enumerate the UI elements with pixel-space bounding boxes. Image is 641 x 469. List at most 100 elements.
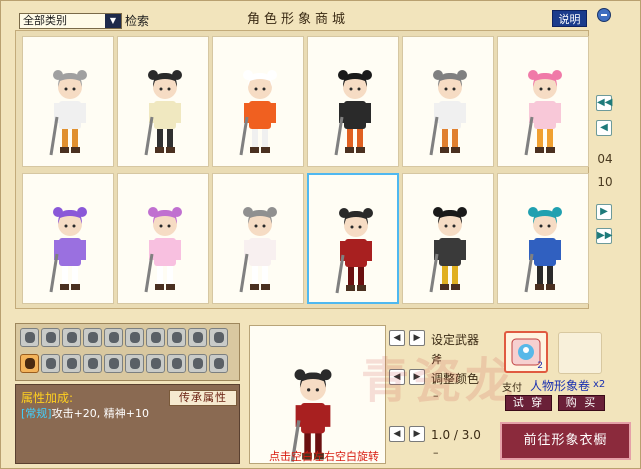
try-on-button[interactable]: 试 穿 bbox=[505, 395, 552, 411]
costume-cell[interactable] bbox=[497, 36, 589, 167]
figure-part bbox=[442, 127, 448, 149]
pose-jump-icon[interactable] bbox=[41, 354, 60, 373]
action-icons-panel bbox=[15, 323, 240, 381]
emote-smile-icon[interactable] bbox=[104, 328, 123, 347]
figure-part bbox=[254, 224, 258, 228]
costume-cell[interactable] bbox=[22, 36, 114, 167]
figure-part bbox=[547, 127, 553, 149]
emote-surprise-icon[interactable] bbox=[146, 354, 165, 373]
chevron-down-icon[interactable]: ▼ bbox=[105, 14, 121, 28]
figure-part bbox=[433, 207, 443, 217]
figure-part bbox=[457, 207, 467, 217]
costume-cell[interactable] bbox=[212, 173, 304, 304]
figure-part bbox=[267, 70, 277, 80]
preview-area[interactable] bbox=[249, 325, 386, 464]
figure-part bbox=[552, 207, 562, 217]
zoom-prev-icon[interactable]: ◀ bbox=[389, 426, 405, 442]
figure-part bbox=[166, 147, 175, 153]
figure-part bbox=[59, 238, 81, 266]
item-slot[interactable]: 2 bbox=[504, 331, 548, 373]
costume-figure bbox=[524, 207, 562, 293]
figure-part bbox=[347, 127, 353, 149]
first-page-icon[interactable]: ◀◀ bbox=[596, 95, 612, 111]
figure-part bbox=[338, 70, 348, 80]
figure-part bbox=[357, 87, 361, 91]
next-page-icon[interactable]: ▶ bbox=[596, 204, 612, 220]
costume-cell[interactable] bbox=[402, 173, 494, 304]
pose-sit-icon[interactable] bbox=[83, 328, 102, 347]
costume-cell[interactable] bbox=[117, 36, 209, 167]
minimize-icon[interactable] bbox=[597, 8, 611, 22]
category-select[interactable]: 全部类别 ▼ bbox=[19, 13, 122, 29]
figure-part bbox=[157, 127, 163, 149]
emote-cheer-icon[interactable] bbox=[188, 354, 207, 373]
prev-page-icon[interactable]: ◀ bbox=[596, 120, 612, 136]
costume-mall-window: 全部类别 ▼ 检索 角色形象商城 说明 ◀◀ ◀ 04 10 ▶ ▶▶ 属性加成… bbox=[0, 0, 641, 469]
go-to-wardrobe-button[interactable]: 前往形象衣橱 bbox=[500, 422, 631, 460]
costume-cell[interactable] bbox=[497, 173, 589, 304]
figure-part bbox=[433, 70, 443, 80]
empty-item-slot[interactable] bbox=[558, 332, 602, 374]
color-prev-icon[interactable]: ◀ bbox=[389, 369, 405, 385]
buy-button[interactable]: 购 买 bbox=[558, 395, 605, 411]
weapon-next-icon[interactable]: ▶ bbox=[409, 330, 425, 346]
weapon-value: 斧 bbox=[431, 353, 442, 366]
pose-stand-icon[interactable] bbox=[20, 328, 39, 347]
pose-default-icon[interactable] bbox=[20, 354, 39, 373]
figure-part bbox=[167, 127, 173, 149]
search-button[interactable]: 检索 bbox=[125, 13, 149, 29]
costume-cell-selected[interactable] bbox=[307, 173, 399, 304]
pose-lie-icon[interactable] bbox=[167, 354, 186, 373]
figure-part bbox=[159, 87, 163, 91]
figure-part bbox=[460, 240, 466, 260]
pose-cast-icon[interactable] bbox=[125, 354, 144, 373]
weapon-prev-icon[interactable]: ◀ bbox=[389, 330, 405, 346]
figure-part bbox=[77, 70, 87, 80]
figure-part bbox=[250, 147, 259, 153]
costume-cell[interactable] bbox=[212, 36, 304, 167]
figure-part bbox=[167, 224, 171, 228]
figure-part bbox=[270, 103, 276, 123]
costume-cell[interactable] bbox=[307, 36, 399, 167]
costume-cell[interactable] bbox=[22, 173, 114, 304]
help-button[interactable]: 说明 bbox=[552, 10, 587, 27]
figure-part bbox=[175, 103, 181, 123]
figure-part bbox=[534, 101, 556, 129]
figure-part bbox=[72, 87, 76, 91]
last-page-icon[interactable]: ▶▶ bbox=[596, 228, 612, 244]
costume-figure bbox=[429, 207, 467, 293]
emote-cry-icon[interactable] bbox=[146, 328, 165, 347]
costume-cell[interactable] bbox=[117, 173, 209, 304]
figure-part bbox=[346, 285, 355, 291]
figure-part bbox=[62, 127, 68, 149]
color-next-icon[interactable]: ▶ bbox=[409, 369, 425, 385]
costume-grid bbox=[15, 30, 589, 309]
emote-sleep-icon[interactable] bbox=[209, 354, 228, 373]
figure-part bbox=[154, 238, 176, 266]
figure-part bbox=[365, 103, 371, 123]
pose-kneel-icon[interactable] bbox=[62, 354, 81, 373]
pose-attack-icon[interactable] bbox=[167, 328, 186, 347]
emote-wave-icon[interactable] bbox=[188, 328, 207, 347]
figure-part bbox=[72, 264, 78, 286]
costume-figure bbox=[429, 70, 467, 156]
figure-part bbox=[71, 284, 80, 290]
pose-dance-icon[interactable] bbox=[209, 328, 228, 347]
top-bar: 全部类别 ▼ 检索 角色形象商城 bbox=[15, 11, 589, 31]
zoom-next-icon[interactable]: ▶ bbox=[409, 426, 425, 442]
inherit-attribute-button[interactable]: 传承属性 bbox=[169, 390, 237, 406]
costume-figure bbox=[335, 208, 373, 294]
pose-walk-icon[interactable] bbox=[41, 328, 60, 347]
attribute-text: 攻击+20, 精神+10 bbox=[51, 407, 150, 420]
costume-cell[interactable] bbox=[402, 36, 494, 167]
emote-angry-icon[interactable] bbox=[83, 354, 102, 373]
zoom-value: 1.0 / 3.0 bbox=[431, 428, 481, 442]
figure-part bbox=[439, 238, 461, 266]
figure-part bbox=[157, 264, 163, 286]
pose-run-icon[interactable] bbox=[62, 328, 81, 347]
figure-part bbox=[159, 224, 163, 228]
emote-laugh-icon[interactable] bbox=[125, 328, 144, 347]
attribute-heading: 属性加成: bbox=[21, 391, 74, 405]
emote-bow-icon[interactable] bbox=[104, 354, 123, 373]
figure-part bbox=[262, 224, 266, 228]
